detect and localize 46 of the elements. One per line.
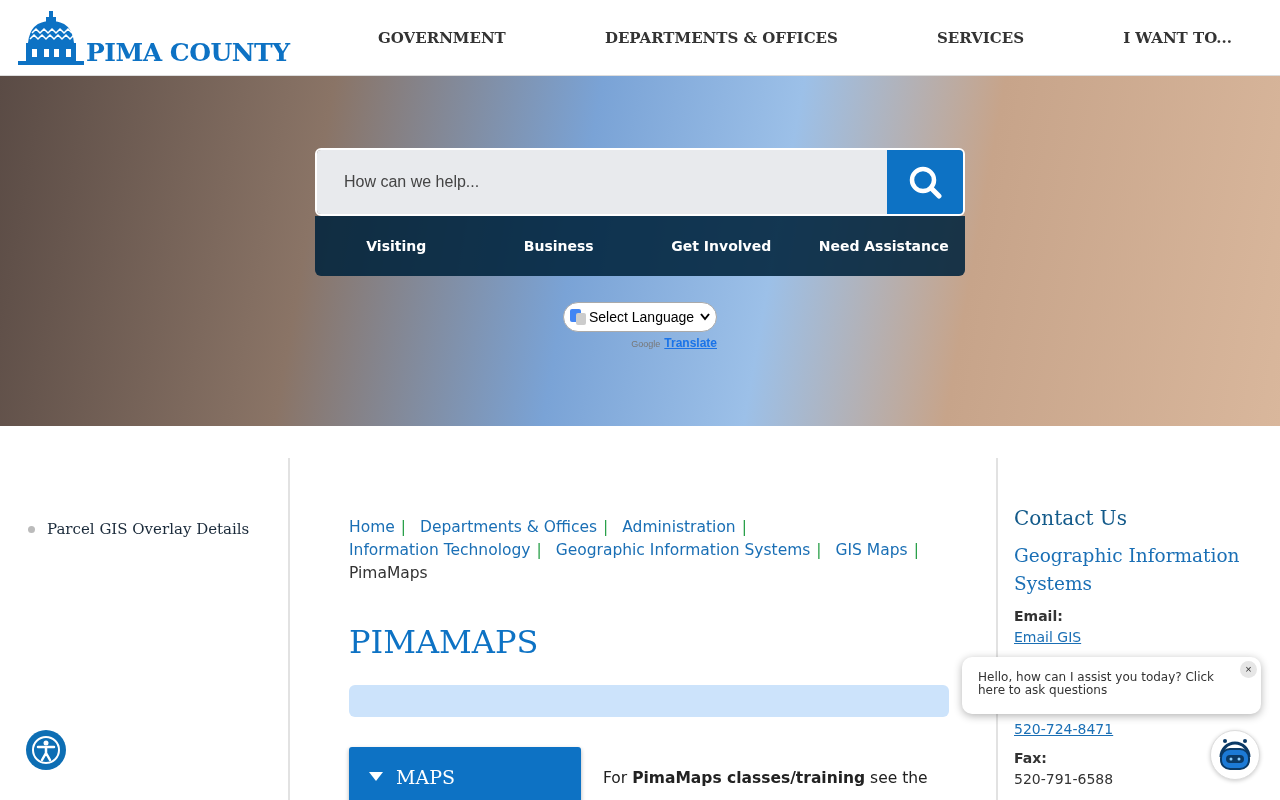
breadcrumb-separator: |: [741, 518, 747, 536]
translate-icon: [570, 309, 586, 325]
breadcrumb-separator: |: [400, 518, 406, 536]
nav-link[interactable]: DEPARTMENTS & OFFICES: [604, 28, 838, 47]
breadcrumb-link[interactable]: GIS Maps: [835, 541, 908, 559]
nav-link[interactable]: SERVICES: [936, 28, 1024, 47]
language-select[interactable]: Select Language: [563, 302, 717, 332]
breadcrumb-separator: |: [603, 518, 609, 536]
quick-link[interactable]: Get Involved: [640, 238, 803, 254]
sidebar-link[interactable]: Parcel GIS Overlay Details: [28, 520, 288, 538]
breadcrumb-separator: |: [816, 541, 822, 559]
quick-link[interactable]: Business: [477, 238, 640, 254]
caret-icon: [369, 772, 383, 782]
intro-text: For PimaMaps classes/training see the: [603, 769, 928, 789]
chatbot-button[interactable]: [1210, 730, 1260, 780]
department-name: Geographic Information Systems: [1014, 544, 1241, 596]
page-title: PIMAMAPS: [349, 623, 540, 661]
breadcrumb-link[interactable]: Administration: [622, 518, 736, 536]
accordion-header[interactable]: MAPS: [349, 747, 581, 800]
breadcrumb-link[interactable]: Departments & Offices: [419, 518, 598, 536]
nav-link[interactable]: I WANT TO...: [1123, 28, 1232, 47]
capitol-dome-logo-icon: [18, 8, 84, 67]
email-link[interactable]: Email GIS: [1014, 627, 1082, 648]
breadcrumb-link[interactable]: Geographic Information Systems: [555, 541, 811, 559]
accessibility-button[interactable]: [26, 730, 66, 770]
fax-label: Fax:: [1014, 749, 1047, 768]
nav-link[interactable]: GOVERNMENT: [378, 28, 506, 47]
google-label: Google: [631, 339, 661, 349]
fax-number: 520-791-6588: [1014, 770, 1114, 789]
site-logo-text[interactable]: PIMA COUNTY: [86, 37, 290, 67]
breadcrumb-link[interactable]: Information Technology: [349, 541, 531, 559]
breadcrumb-link[interactable]: Home: [349, 518, 395, 536]
chevron-down-icon: [700, 313, 710, 321]
contact-heading: Contact Us: [1014, 506, 1127, 530]
chat-popup[interactable]: Hello, how can I assist you today? Click here to ask questions ×: [962, 657, 1261, 714]
quick-link[interactable]: Need Assistance: [802, 238, 965, 254]
chat-message: Hello, how can I assist you today? Click here to ask questions: [978, 671, 1216, 697]
breadcrumb-separator: |: [536, 541, 542, 559]
close-button[interactable]: ×: [1240, 661, 1257, 678]
email-label: Email:: [1014, 607, 1063, 626]
accessibility-icon: [31, 735, 61, 765]
current-page-label: PimaMaps: [349, 564, 428, 582]
breadcrumb-separator: |: [913, 541, 919, 559]
bullet-icon: [28, 525, 35, 533]
quick-link[interactable]: Visiting: [315, 238, 478, 254]
phone-link[interactable]: 520-724-8471: [1014, 719, 1114, 740]
